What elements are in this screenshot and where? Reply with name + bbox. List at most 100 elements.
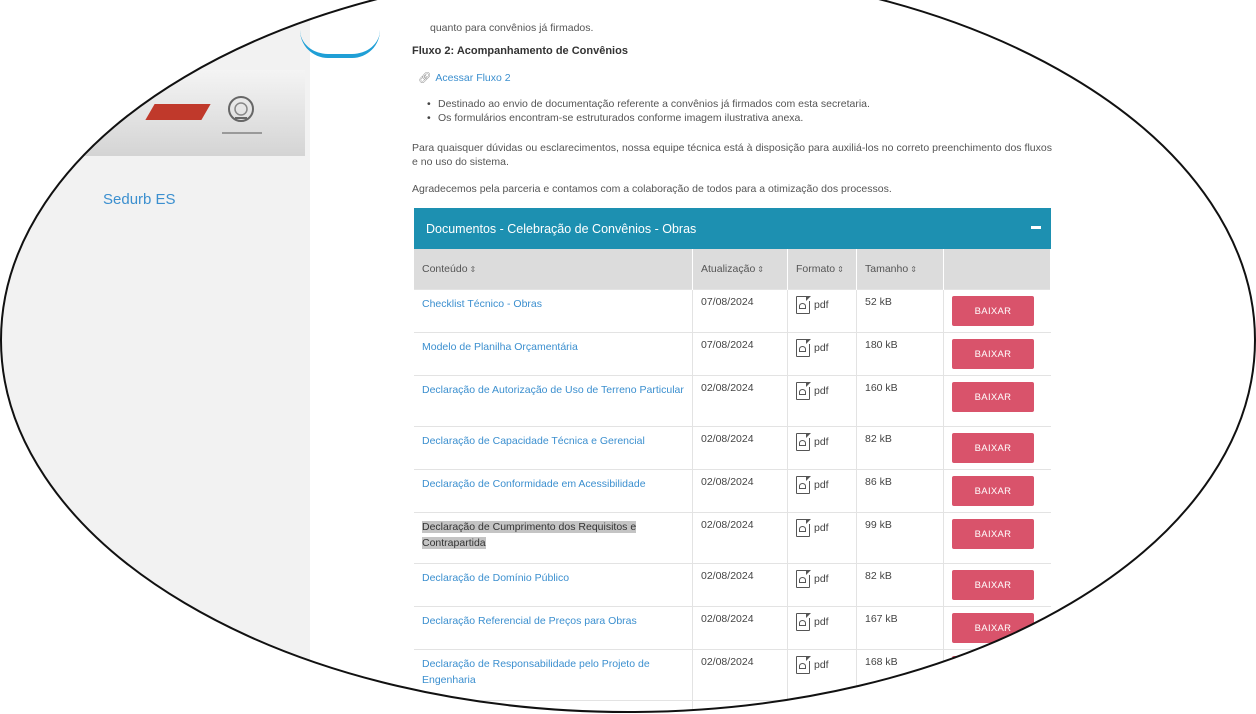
- document-link[interactable]: Declaração Referencial de Preços para Ob…: [422, 615, 637, 627]
- sort-icon[interactable]: ⇕: [910, 265, 917, 274]
- cell-updated: 02/08/2024: [692, 563, 788, 607]
- column-label: Conteúdo: [422, 263, 468, 275]
- pdf-file-icon: [796, 432, 811, 451]
- pdf-file-icon: [796, 338, 811, 357]
- download-button[interactable]: BAIXAR: [952, 656, 1034, 686]
- document-link[interactable]: Declaração de Domínio Público: [422, 572, 569, 584]
- pdf-symbol: [799, 577, 806, 583]
- format-label: pdf: [814, 436, 829, 448]
- cell-format: pdf: [787, 332, 857, 376]
- download-button[interactable]: BAIXAR: [952, 339, 1034, 369]
- cell-updated: 02/08/2024: [692, 375, 788, 427]
- pdf-symbol: [799, 303, 806, 309]
- flow2-link[interactable]: 🔗︎ Acessar Fluxo 2: [418, 71, 511, 84]
- column-label: Atualização: [701, 263, 756, 275]
- cell-updated: 07/08/2024: [692, 289, 788, 333]
- format-badge: pdf: [796, 655, 829, 674]
- download-button[interactable]: BAIXAR: [952, 519, 1034, 549]
- table-header-row: Conteúdo ⇕ Atualização ⇕ Formato ⇕ Tamanho ⇕: [414, 249, 1051, 290]
- pdf-file-icon: [796, 612, 811, 631]
- cell-content: Declaração de Domínio Público: [414, 563, 693, 607]
- flow2-link-label: Acessar Fluxo 2: [435, 72, 511, 84]
- document-link[interactable]: Declaração de Responsabilidade pelo Proj…: [422, 658, 650, 686]
- download-button[interactable]: BAIXAR: [952, 570, 1034, 600]
- format-label: pdf: [814, 573, 829, 585]
- column-header-content[interactable]: Conteúdo ⇕: [414, 249, 693, 290]
- format-label: pdf: [814, 522, 829, 534]
- pdf-file-icon: [796, 381, 811, 400]
- flow2-title: Fluxo 2: Acompanhamento de Convênios: [412, 45, 628, 57]
- table-row: Modelo de Planilha Orçamentária 07/08/202…: [414, 332, 1051, 376]
- download-button[interactable]: BAIXAR: [952, 433, 1034, 463]
- cell-size: 86 kB: [856, 469, 944, 513]
- cell-format: pdf: [787, 512, 857, 564]
- document-link[interactable]: Declaração de Conformidade em Acessibili…: [422, 478, 646, 490]
- column-header-size[interactable]: Tamanho ⇕: [856, 249, 944, 290]
- cell-content: Declaração de Conformidade em Acessibili…: [414, 469, 693, 513]
- sort-icon[interactable]: ⇕: [470, 265, 477, 274]
- document-link[interactable]: Checklist Técnico - Obras: [422, 298, 542, 310]
- format-label: pdf: [814, 479, 829, 491]
- download-button[interactable]: BAIXAR: [952, 476, 1034, 506]
- pdf-symbol: [799, 526, 806, 532]
- format-badge: pdf: [796, 295, 829, 314]
- column-header-action: [943, 249, 1051, 290]
- format-label: pdf: [814, 342, 829, 354]
- column-label: Tamanho: [865, 263, 909, 275]
- format-label: pdf: [814, 659, 829, 671]
- cell-format: [787, 700, 857, 714]
- documents-table-body: Checklist Técnico - Obras 07/08/2024 pdf 52…: [414, 289, 1051, 714]
- pdf-file-icon: [796, 569, 811, 588]
- cell-content: Declaração de Cumprimento dos Requisitos…: [414, 512, 693, 564]
- thanks-paragraph: Agradecemos pela parceria e contamos com…: [412, 183, 892, 195]
- document-link[interactable]: Declaração de Capacidade Técnica e Geren…: [422, 435, 645, 447]
- seal-caption-line: [222, 132, 262, 134]
- pdf-file-icon: [796, 655, 811, 674]
- pdf-symbol: [799, 346, 806, 352]
- document-link[interactable]: Declaração de Cumprimento dos Requisitos…: [422, 521, 637, 549]
- document-link[interactable]: ... de Abertura de Conta Corrente: [422, 709, 577, 714]
- cell-content: Declaração Referencial de Preços para Ob…: [414, 606, 693, 650]
- cell-updated: 23/02/2025: [692, 700, 788, 714]
- cell-action: BAIXAR: [943, 426, 1051, 470]
- format-badge: pdf: [796, 518, 829, 537]
- documents-panel: Documentos - Celebração de Convênios - O…: [414, 208, 1051, 714]
- format-label: pdf: [814, 616, 829, 628]
- table-row: Declaração de Domínio Público 02/08/2024 p…: [414, 563, 1051, 607]
- cell-content: Declaração de Autorização de Uso de Terr…: [414, 375, 693, 427]
- cell-format: pdf: [787, 426, 857, 470]
- flag-stripe: [145, 104, 211, 120]
- cell-updated: 02/08/2024: [692, 469, 788, 513]
- cell-action: BAIXAR: [943, 332, 1051, 376]
- format-badge: pdf: [796, 612, 829, 631]
- download-button[interactable]: BAIXAR: [952, 296, 1034, 326]
- collapse-icon[interactable]: [1031, 226, 1041, 229]
- column-header-updated[interactable]: Atualização ⇕: [692, 249, 788, 290]
- cell-updated: 02/08/2024: [692, 606, 788, 650]
- table-row: Checklist Técnico - Obras 07/08/2024 pdf 52…: [414, 289, 1051, 333]
- cell-format: pdf: [787, 563, 857, 607]
- bullet-item: Destinado ao envio de documentação refer…: [427, 97, 1038, 111]
- table-row: Declaração de Capacidade Técnica e Geren…: [414, 426, 1051, 470]
- column-header-format[interactable]: Formato ⇕: [787, 249, 857, 290]
- table-row: Declaração de Conformidade em Acessibili…: [414, 469, 1051, 513]
- cell-size: 167 kB: [856, 606, 944, 650]
- table-row: Declaração de Responsabilidade pelo Proj…: [414, 649, 1051, 701]
- cell-action: BAIXAR: [943, 512, 1051, 564]
- cell-updated: 02/08/2024: [692, 426, 788, 470]
- sort-icon[interactable]: ⇕: [837, 265, 844, 274]
- document-link[interactable]: Modelo de Planilha Orçamentária: [422, 341, 578, 353]
- cell-updated: 07/08/2024: [692, 332, 788, 376]
- format-label: pdf: [814, 299, 829, 311]
- download-button[interactable]: BAIXAR: [952, 382, 1034, 412]
- download-button[interactable]: BAIXAR: [952, 613, 1034, 643]
- panel-header[interactable]: Documentos - Celebração de Convênios - O…: [414, 208, 1051, 249]
- cell-content: Declaração de Responsabilidade pelo Proj…: [414, 649, 693, 701]
- document-link[interactable]: Declaração de Autorização de Uso de Terr…: [422, 384, 684, 396]
- doubts-paragraph: Para quaisquer dúvidas ou esclarecimento…: [412, 142, 1052, 168]
- sidebar-link-sedurb[interactable]: Sedurb ES: [103, 191, 176, 208]
- format-badge: pdf: [796, 475, 829, 494]
- sort-icon[interactable]: ⇕: [757, 265, 764, 274]
- cell-size: [856, 700, 944, 714]
- intro-text: quanto para convênios já firmados.: [430, 22, 594, 34]
